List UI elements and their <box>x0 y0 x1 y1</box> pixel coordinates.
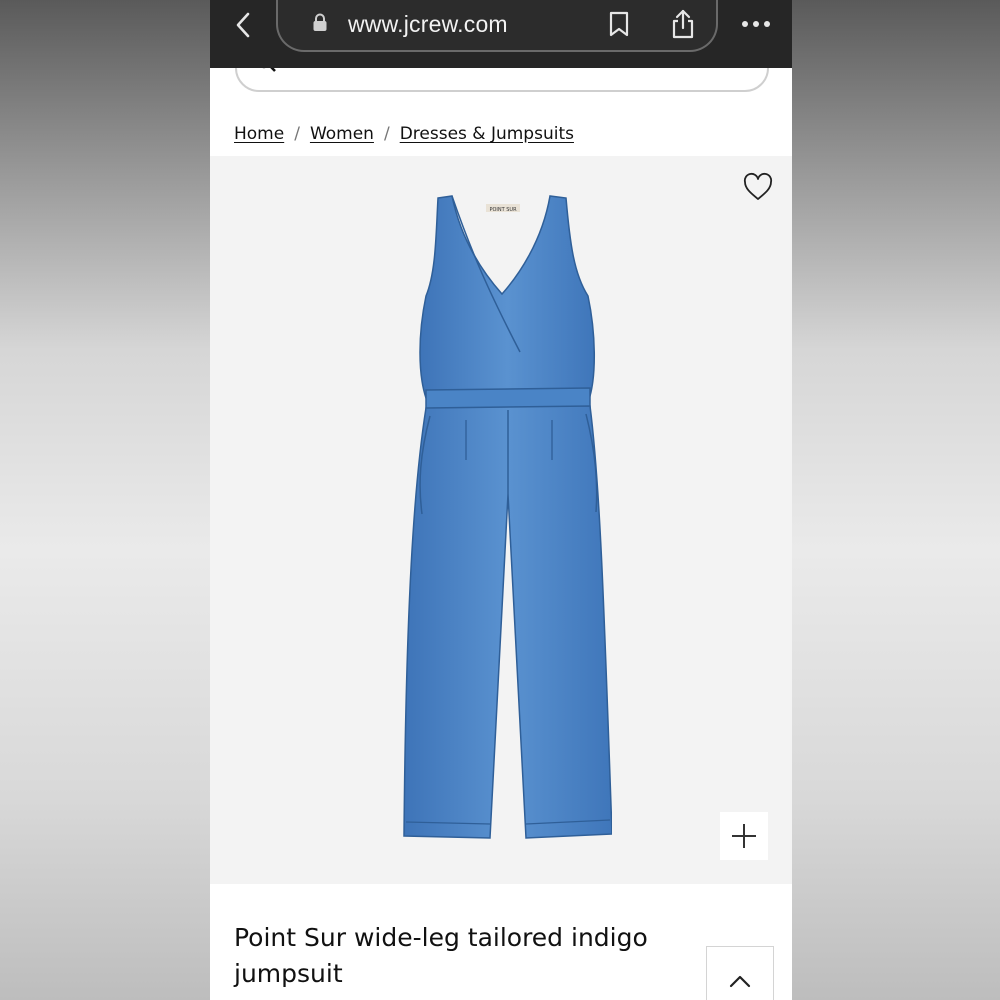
phone-screen: Search J.Crew www.jcrew.com <box>210 0 792 1000</box>
url-text: www.jcrew.com <box>348 11 508 37</box>
more-dots-icon[interactable] <box>740 14 772 34</box>
lock-icon <box>313 13 327 31</box>
chevron-left-icon <box>236 12 250 38</box>
breadcrumb-dresses-jumpsuits[interactable]: Dresses & Jumpsuits <box>400 124 574 144</box>
address-bar[interactable]: www.jcrew.com <box>276 0 718 52</box>
share-icon[interactable] <box>670 8 696 40</box>
chevron-up-icon <box>729 975 751 988</box>
breadcrumb: Home / Women / Dresses & Jumpsuits <box>234 124 574 144</box>
product-image: POINT SUR <box>403 195 612 839</box>
back-button[interactable] <box>228 8 258 42</box>
product-image-gallery[interactable]: POINT SUR <box>210 156 792 884</box>
plus-icon <box>732 824 756 848</box>
garment-label: POINT SUR <box>489 207 517 213</box>
breadcrumb-separator: / <box>294 124 300 144</box>
zoom-button[interactable] <box>720 812 768 860</box>
breadcrumb-separator: / <box>383 124 390 144</box>
product-title: Point Sur wide-leg tailored indigo jumps… <box>234 923 648 988</box>
browser-toolbar: www.jcrew.com <box>210 0 792 68</box>
background-blur-left <box>0 0 210 1000</box>
bookmark-icon[interactable] <box>608 11 630 37</box>
heart-icon[interactable] <box>742 172 774 202</box>
collapse-button[interactable] <box>706 946 774 1000</box>
breadcrumb-women[interactable]: Women <box>310 124 374 144</box>
background-blur-right <box>792 0 1000 1000</box>
breadcrumb-home[interactable]: Home <box>234 124 284 144</box>
